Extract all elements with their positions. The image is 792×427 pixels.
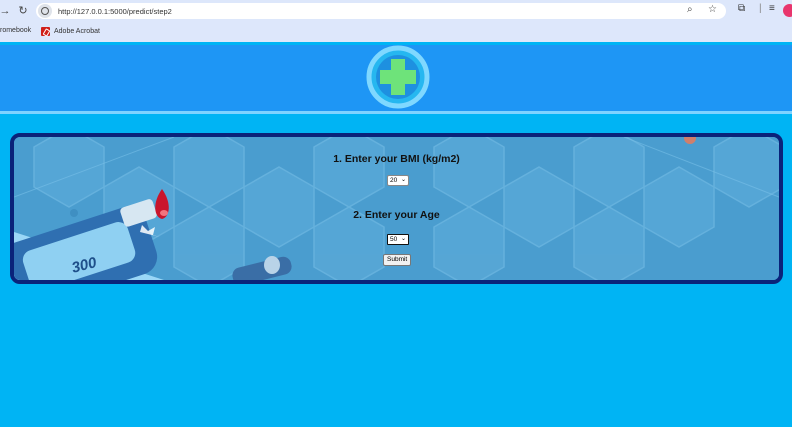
bookmark-star-icon[interactable]: ☆ [708,4,717,15]
submit-button[interactable]: Submit [383,254,412,266]
url-text[interactable]: http://127.0.0.1:5000/predict/step2 [58,7,172,16]
form-panel: 300 1. Enter your BMI (kg/m2) 20 ⌄ 2. En… [10,133,783,284]
age-select[interactable]: 50 ⌄ [387,234,409,245]
bookmark-label: Adobe Acrobat [54,28,100,35]
pdf-icon [41,27,50,36]
forward-icon[interactable]: → [0,3,12,19]
prediction-form: 1. Enter your BMI (kg/m2) 20 ⌄ 2. Enter … [14,137,779,280]
bmi-select[interactable]: 20 ⌄ [387,175,409,186]
chevron-down-icon: ⌄ [400,236,406,242]
medical-cross-logo-icon [366,45,430,109]
bmi-question-label: 1. Enter your BMI (kg/m2) [333,153,460,165]
bookmark-item-adobe[interactable]: Adobe Acrobat [41,27,100,36]
address-bar[interactable]: http://127.0.0.1:5000/predict/step2 ⌕ ☆ [36,3,726,19]
header-divider [0,111,792,114]
reading-list-icon[interactable]: ≡ [769,3,775,14]
extensions-icon[interactable]: ⧉ [738,3,745,14]
age-select-value: 50 [390,236,398,243]
age-question-label: 2. Enter your Age [353,209,440,221]
bookmarks-bar: romebook Adobe Acrobat [0,22,792,42]
profile-avatar[interactable] [783,4,792,17]
bmi-select-value: 20 [390,177,398,184]
reload-icon[interactable]: ↻ [16,3,30,19]
browser-toolbar: → ↻ http://127.0.0.1:5000/predict/step2 … [0,0,792,22]
zoom-icon[interactable]: ⌕ [687,4,693,15]
bookmark-item[interactable]: romebook [0,27,31,34]
divider: | [759,3,762,14]
chevron-down-icon: ⌄ [400,177,406,183]
bookmark-label: romebook [0,27,32,34]
site-info-icon[interactable] [38,4,52,18]
